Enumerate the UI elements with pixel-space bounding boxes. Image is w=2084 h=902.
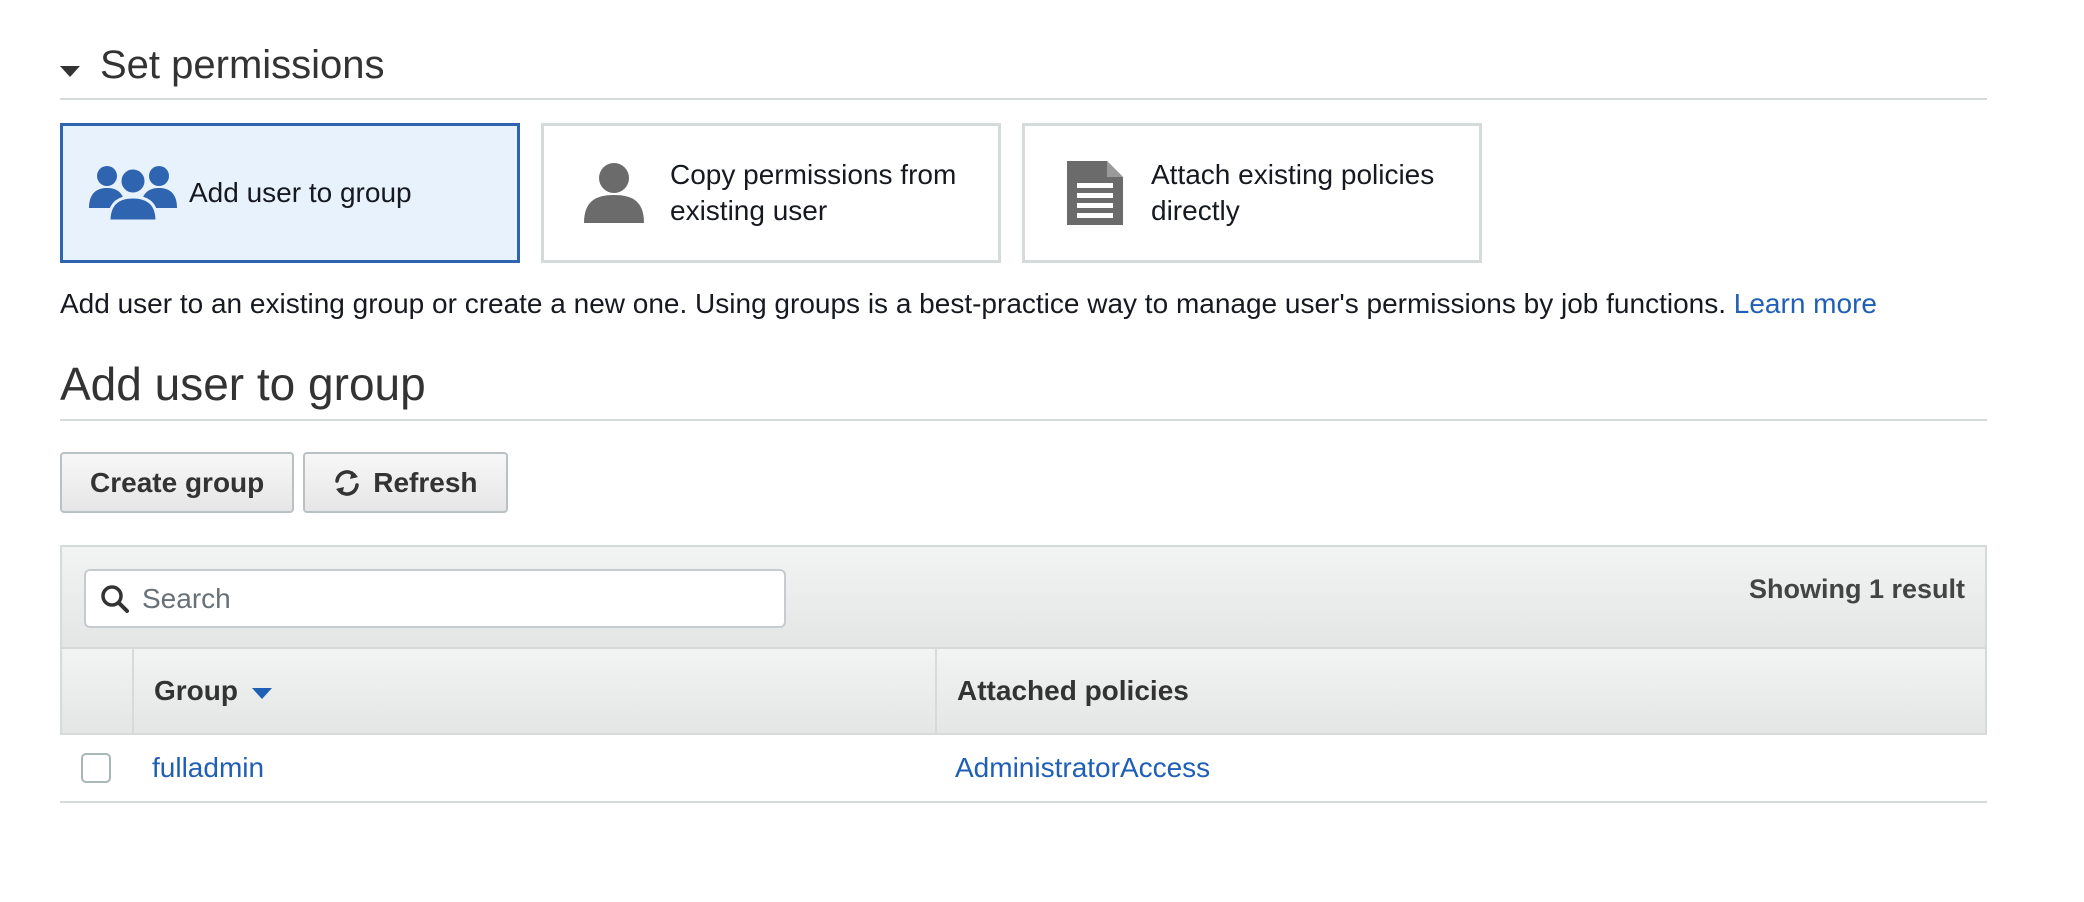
groups-table: Showing 1 result Group Attached policies… <box>60 545 1987 803</box>
permission-options: Add user to group Copy permissions from … <box>60 123 1482 263</box>
header-attached-policies: Attached policies <box>957 675 1189 706</box>
row-select-cell <box>60 753 132 783</box>
option-label: Attach existing policies directly <box>1151 159 1435 226</box>
option-attach-policies[interactable]: Attach existing policies directly <box>1022 123 1482 263</box>
table-row: fulladmin AdministratorAccess <box>60 735 1987 803</box>
row-checkbox[interactable] <box>81 753 111 783</box>
add-user-to-group-heading: Add user to group <box>60 355 1987 421</box>
search-input[interactable] <box>140 581 764 616</box>
search-box[interactable] <box>84 569 786 628</box>
refresh-icon <box>333 469 361 497</box>
header-select-column <box>62 649 134 733</box>
section-title: Set permissions <box>100 43 385 87</box>
group-icon <box>87 158 179 228</box>
group-cell: fulladmin <box>132 752 935 784</box>
permissions-description: Add user to an existing group or create … <box>60 286 1877 322</box>
learn-more-link[interactable]: Learn more <box>1734 288 1877 319</box>
sort-down-icon[interactable] <box>252 687 272 699</box>
table-toolbar: Showing 1 result <box>60 545 1987 649</box>
policy-link[interactable]: AdministratorAccess <box>955 752 1210 783</box>
refresh-button[interactable]: Refresh <box>303 452 508 513</box>
page: Set permissions Add user to group Copy p… <box>0 0 2084 902</box>
result-count: Showing 1 result <box>1748 574 1965 604</box>
option-copy-permissions[interactable]: Copy permissions from existing user <box>541 123 1001 263</box>
set-permissions-header[interactable]: Set permissions <box>60 40 1987 100</box>
document-icon <box>1049 158 1141 228</box>
table-header: Group Attached policies <box>60 649 1987 735</box>
option-add-user-to-group[interactable]: Add user to group <box>60 123 520 263</box>
user-icon <box>568 158 660 228</box>
caret-down-icon[interactable] <box>60 66 80 77</box>
group-link[interactable]: fulladmin <box>152 752 264 783</box>
option-label: Add user to group <box>189 177 412 208</box>
policy-cell: AdministratorAccess <box>935 752 1987 784</box>
create-group-button[interactable]: Create group <box>60 452 295 513</box>
search-icon <box>100 584 130 614</box>
refresh-label: Refresh <box>373 466 478 498</box>
header-group[interactable]: Group <box>134 649 937 733</box>
description-text: Add user to an existing group or create … <box>60 288 1726 319</box>
option-label: Copy permissions from existing user <box>670 159 957 226</box>
header-group-label: Group <box>154 675 238 706</box>
group-actions: Create group Refresh <box>60 452 508 513</box>
